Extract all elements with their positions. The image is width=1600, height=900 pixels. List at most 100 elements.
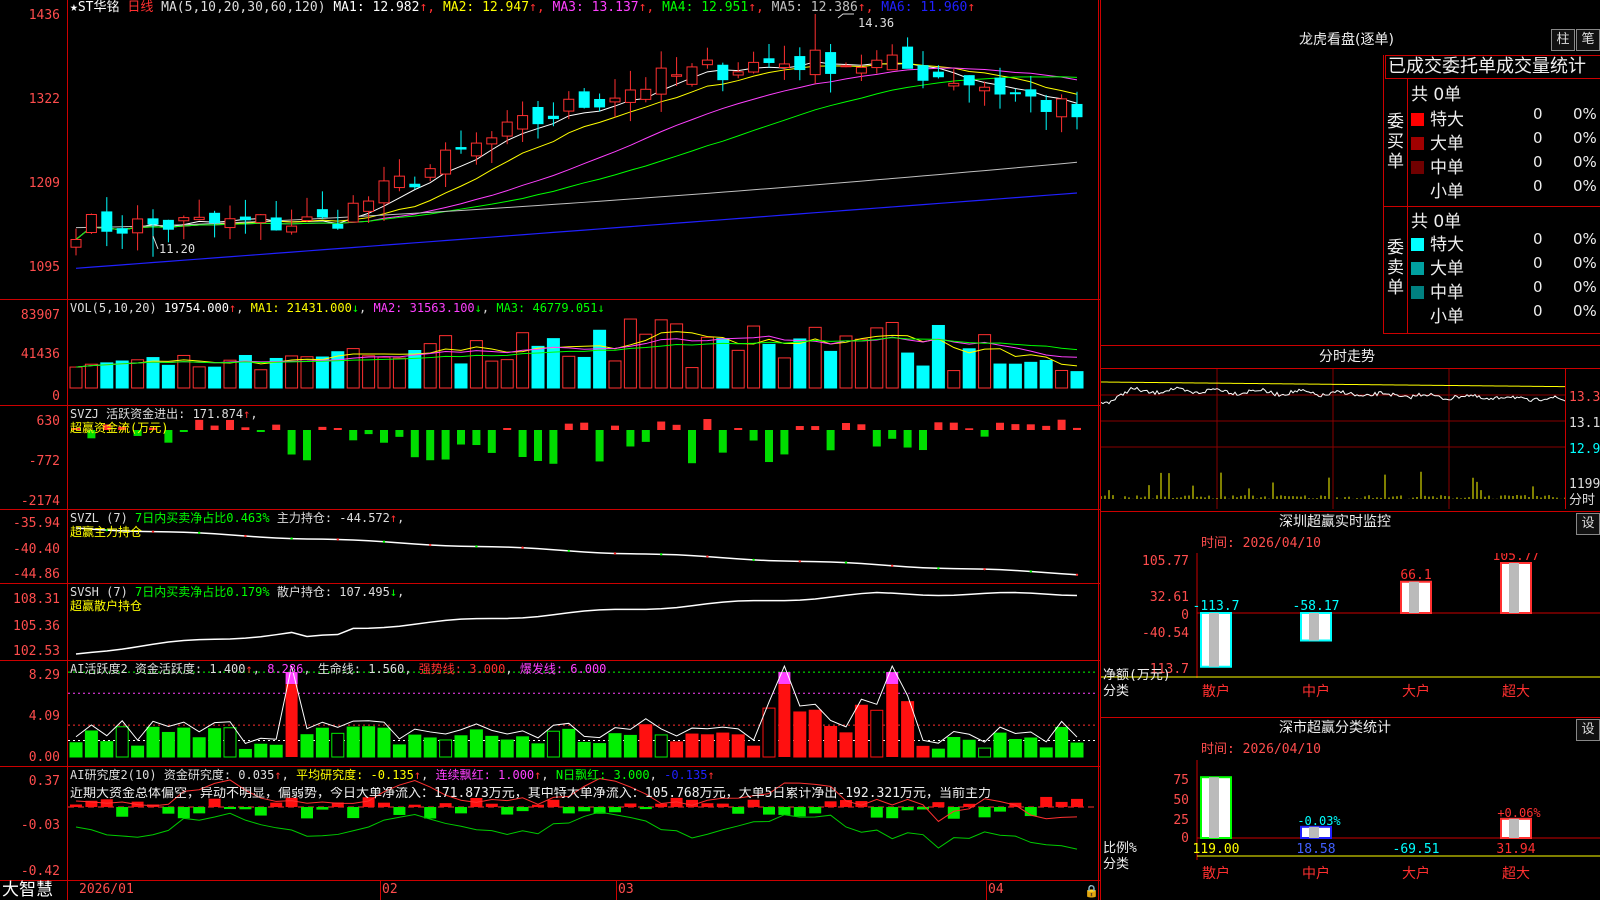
activity-bar <box>131 745 145 758</box>
sz-monitor-chart[interactable]: 105.7732.610-40.54-113.7净额(万元)分类-113.7散户… <box>1101 553 1600 713</box>
ai1-axis-label: 0.00 <box>28 750 60 765</box>
activity-bar <box>808 709 822 758</box>
flow-bar <box>441 430 450 460</box>
ai1-name: AI活跃度2 <box>70 662 128 676</box>
volume-bar <box>793 338 807 389</box>
svzj-subtitle: 超赢资金流(万元) <box>70 421 169 435</box>
volume-bar <box>608 360 622 389</box>
holding-dot <box>567 549 570 553</box>
order-size-label: 特大 <box>1430 235 1464 255</box>
vol-ma2: MA2: 31563.100 <box>373 301 475 315</box>
x-title: 分类 <box>1103 684 1129 699</box>
activity-bar <box>377 727 391 758</box>
ai2-avg: 平均研究度: -0.135 <box>296 768 414 782</box>
flow-bar <box>580 422 589 430</box>
volume-bar <box>392 357 406 389</box>
ai2-axis-label: 0.37 <box>28 774 60 789</box>
flow-bar <box>426 430 435 461</box>
holding-dot <box>937 567 940 570</box>
y-title: 比例% <box>1103 841 1137 856</box>
order-row: 中单 0 0% <box>1411 153 1600 178</box>
ai1-burstline: 爆发线: 6.000 <box>519 662 607 676</box>
low-marker: 11.20 <box>159 242 196 256</box>
order-pct: 0% <box>1573 153 1597 171</box>
research-bar <box>809 807 822 814</box>
date-label: 2026/01 <box>79 882 134 897</box>
flow-bar <box>349 430 358 441</box>
ai-activity-chart[interactable] <box>68 661 1098 766</box>
volume-bar <box>238 354 252 389</box>
holding-dot <box>752 558 755 562</box>
buy-total: 共 0单 <box>1411 85 1462 105</box>
svzj-value: SVZJ 活跃资金进出: 171.874 <box>70 407 244 421</box>
volume-bar <box>762 343 776 389</box>
intraday-chart[interactable] <box>1101 369 1566 509</box>
main-header: ★ST华铭 日线 MA(5,10,20,30,60,120) MA1: 12.9… <box>70 1 975 15</box>
axis-label: 25 <box>1173 813 1189 828</box>
volume-bar <box>947 370 961 389</box>
flow-bar <box>272 424 281 430</box>
svsh-hold: 散户持仓: 107.495 <box>276 585 390 599</box>
activity-bar <box>408 734 422 758</box>
sell-total: 共 0单 <box>1411 212 1462 232</box>
kline-area[interactable]: ★ST华铭 日线 MA(5,10,20,30,60,120) MA1: 12.9… <box>0 0 1100 900</box>
flow-bar <box>595 430 604 462</box>
activity-bar <box>285 684 298 757</box>
category-label: 大户 <box>1402 683 1430 700</box>
candlestick-chart[interactable] <box>68 0 1098 299</box>
activity-bar <box>346 726 360 758</box>
research-bar <box>932 802 945 807</box>
period-label[interactable]: 日线 <box>127 0 153 15</box>
order-count: 0 <box>1533 254 1543 272</box>
date-tick <box>616 880 617 900</box>
research-bar <box>1055 801 1068 807</box>
candle-body <box>132 218 144 234</box>
lock-icon[interactable]: 🔒 <box>1084 884 1099 898</box>
activity-bar <box>362 726 376 758</box>
order-pct: 0% <box>1573 129 1597 147</box>
flow-bar <box>657 421 666 430</box>
flow-bar <box>749 430 758 441</box>
activity-bar <box>654 734 668 758</box>
research-bar <box>239 807 252 810</box>
svzj-chart[interactable] <box>68 406 1098 509</box>
sz-monitor-title: 深圳超赢实时监控 <box>1279 514 1391 530</box>
tick-view-button[interactable]: 笔 <box>1576 29 1600 51</box>
candle-body <box>178 217 190 222</box>
date-label: 03 <box>618 882 634 897</box>
sz-stats-settings-button[interactable]: 设 <box>1576 719 1600 741</box>
ai2-research: 资金研究度: 0.035 <box>163 768 275 782</box>
sz-stats-chart[interactable]: 75 50 25 0 比例%分类 119.00 散户 -0.03% 18.58 中户 -69.51 大… <box>1101 760 1600 900</box>
activity-bar <box>254 743 268 758</box>
research-bar <box>301 807 313 819</box>
order-count: 0 <box>1533 129 1543 147</box>
svsh-ratio: 7日内买卖净占比0.179% <box>135 585 270 599</box>
sz-monitor-time: 时间: 2026/04/10 <box>1201 536 1321 551</box>
candle-body <box>517 115 529 130</box>
order-size-label: 特大 <box>1430 110 1464 130</box>
flow-bar <box>919 430 927 451</box>
column-view-button[interactable]: 柱 <box>1551 29 1575 51</box>
activity-bar <box>870 709 884 758</box>
flow-bar <box>457 430 465 445</box>
order-count: 0 <box>1533 302 1543 320</box>
order-count: 0 <box>1533 153 1543 171</box>
tab-executed-order-stats[interactable]: 已成交委托单成交量统计 <box>1385 55 1600 79</box>
flow-bar <box>718 430 727 453</box>
ai2-header: AI研究度2(10) 资金研究度: 0.035↑, 平均研究度: -0.135↑… <box>70 768 715 782</box>
research-bar <box>763 807 775 815</box>
activity-bar <box>392 744 406 758</box>
volume-chart[interactable] <box>68 300 1098 405</box>
sz-monitor-settings-button[interactable]: 设 <box>1576 513 1600 535</box>
candle-body <box>424 168 436 178</box>
research-bar <box>532 804 544 807</box>
activity-bar <box>192 737 206 758</box>
sz-stats-time: 时间: 2026/04/10 <box>1201 742 1321 757</box>
volume-bar <box>808 326 822 389</box>
candle-body <box>332 223 344 229</box>
svzl-axis-label: -44.86 <box>13 567 60 582</box>
ma-value: MA5: 12.386 <box>771 0 858 15</box>
research-bar <box>316 807 329 810</box>
volume-bar <box>916 365 930 389</box>
ai-research-chart[interactable] <box>68 767 1098 880</box>
